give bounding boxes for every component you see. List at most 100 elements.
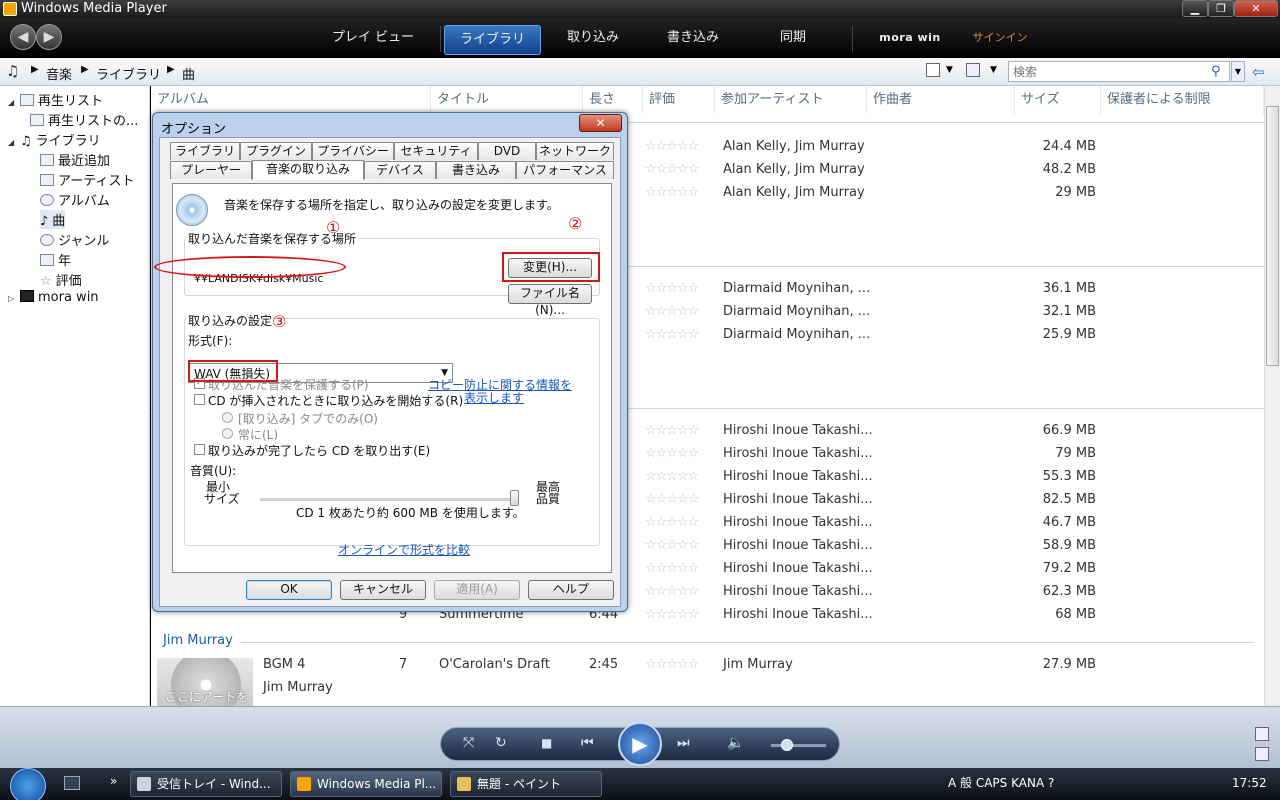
autorip-checkbox[interactable] (194, 394, 205, 405)
table-row[interactable]: BGM 4 7 O'Carolan's Draft 2:45 ☆☆☆☆☆ Jim… (151, 654, 1264, 677)
eject-checkbox[interactable] (194, 444, 205, 455)
copy-protection-link-2[interactable]: 表示します (464, 389, 524, 406)
rating-stars[interactable]: ☆☆☆☆☆ (645, 492, 699, 507)
layout-options-icon[interactable] (966, 63, 980, 77)
taskbar-item-paint[interactable]: 無題 - ペイント (450, 771, 602, 797)
forward-button[interactable]: ▶ (36, 24, 62, 50)
volume-slider[interactable] (771, 744, 826, 747)
chevron-down-icon[interactable]: ▼ (946, 65, 953, 75)
signin-link[interactable]: サインイン (965, 18, 1035, 58)
tab-sync[interactable]: 同期 (750, 18, 836, 58)
close-button[interactable]: ✕ (1234, 0, 1278, 17)
compare-formats-link[interactable]: オンラインで形式を比較 (338, 541, 470, 558)
tab-mora-win[interactable]: mora win (870, 18, 950, 58)
previous-icon[interactable]: ⏮ (581, 735, 594, 751)
search-input[interactable] (1008, 61, 1230, 82)
filename-button[interactable]: ファイル名(N)... (508, 284, 592, 317)
tree-item-mora-win[interactable]: ▷ mora win (8, 290, 99, 305)
tab-performance[interactable]: パフォーマンス (516, 161, 614, 179)
minimize-button[interactable]: ▁ (1182, 0, 1208, 17)
rating-stars[interactable]: ☆☆☆☆☆ (645, 446, 699, 461)
chevron-down-icon[interactable]: ▼ (990, 65, 997, 75)
breadcrumb-library[interactable]: ライブラリ (96, 64, 161, 83)
breadcrumb-music[interactable]: 音楽 (46, 64, 72, 83)
quick-launch-more-icon[interactable]: » (110, 774, 117, 788)
always-radio[interactable] (222, 428, 233, 439)
column-album[interactable]: アルバム (151, 86, 431, 114)
rating-stars[interactable]: ☆☆☆☆☆ (645, 584, 699, 599)
rating-stars[interactable]: ☆☆☆☆☆ (645, 185, 699, 200)
rating-stars[interactable]: ☆☆☆☆☆ (645, 607, 699, 622)
maximize-button[interactable]: ❐ (1208, 0, 1234, 17)
rating-stars[interactable]: ☆☆☆☆☆ (645, 327, 699, 342)
help-button[interactable]: ヘルプ (528, 580, 614, 600)
start-button[interactable] (10, 768, 46, 800)
tree-item-songs[interactable]: ♪ 曲 (40, 210, 66, 229)
rating-stars[interactable]: ☆☆☆☆☆ (645, 304, 699, 319)
clock[interactable]: 17:52 (1232, 776, 1267, 790)
rating-stars[interactable]: ☆☆☆☆☆ (645, 423, 699, 438)
rating-stars[interactable]: ☆☆☆☆☆ (645, 469, 699, 484)
stop-icon[interactable]: ■ (541, 736, 552, 750)
tree-item-album[interactable]: アルバム (40, 190, 110, 209)
rating-stars[interactable]: ☆☆☆☆☆ (645, 657, 699, 672)
system-tray[interactable]: A 般 CAPS KANA ? (948, 774, 1228, 794)
rip-tab-only-radio[interactable] (222, 412, 233, 423)
taskbar-item-wmp[interactable]: Windows Media Pl... (290, 771, 442, 797)
tab-devices[interactable]: デバイス (364, 161, 436, 179)
compact-mode-icon[interactable] (1255, 727, 1269, 741)
column-composer[interactable]: 作曲者 (867, 86, 1015, 114)
quality-slider-track[interactable] (260, 498, 516, 501)
tree-item-library[interactable]: ◢ ♫ ライブラリ (8, 130, 101, 149)
column-rating[interactable]: 評価 (643, 86, 715, 114)
tab-burn[interactable]: 書き込み (436, 161, 516, 179)
dialog-close-button[interactable]: ✕ (579, 114, 622, 132)
tree-item-genre[interactable]: ジャンル (40, 230, 109, 249)
shuffle-icon[interactable]: ⤧ (463, 735, 474, 751)
column-parental-rating[interactable]: 保護者による制限 (1101, 86, 1264, 114)
tab-library[interactable]: ライブラリ (444, 25, 541, 55)
vertical-scrollbar[interactable] (1264, 86, 1280, 706)
back-button[interactable]: ◀ (10, 24, 36, 50)
rating-stars[interactable]: ☆☆☆☆☆ (645, 139, 699, 154)
rating-stars[interactable]: ☆☆☆☆☆ (645, 162, 699, 177)
scrollbar-thumb[interactable] (1266, 106, 1279, 366)
tab-network[interactable]: ネットワーク (536, 142, 614, 160)
apply-button[interactable]: 適用(A) (434, 580, 520, 600)
column-contributing-artist[interactable]: 参加アーティスト (715, 86, 867, 114)
tree-item-playlists[interactable]: ◢ 再生リスト (8, 90, 103, 109)
tab-rip[interactable]: 取り込み (550, 18, 636, 58)
tab-play-view[interactable]: プレイ ビュー (320, 18, 426, 58)
play-button[interactable]: ▶ (618, 722, 662, 766)
taskbar-item-inbox[interactable]: 受信トレイ - Wind... (130, 771, 282, 797)
tab-rip-music[interactable]: 音楽の取り込み (252, 160, 364, 180)
repeat-icon[interactable]: ↻ (495, 735, 507, 751)
column-title[interactable]: タイトル (431, 86, 583, 114)
search-dropdown-button[interactable]: ▼ (1231, 61, 1245, 82)
rating-stars[interactable]: ☆☆☆☆☆ (645, 281, 699, 296)
search-icon[interactable]: ⚲ (1211, 64, 1221, 79)
switch-view-icon[interactable] (1255, 747, 1269, 761)
ok-button[interactable]: OK (246, 580, 332, 600)
show-desktop-icon[interactable] (64, 776, 80, 790)
breadcrumb-songs[interactable]: 曲 (182, 64, 195, 83)
tab-privacy[interactable]: プライバシー (312, 142, 394, 160)
back-arrow-icon[interactable]: ⇦ (1252, 63, 1265, 81)
tree-item-playlist-sub[interactable]: 再生リストの... (30, 110, 138, 129)
column-length[interactable]: 長さ (583, 86, 643, 114)
tab-library[interactable]: ライブラリ (170, 142, 240, 160)
expand-icon[interactable]: ◢ (8, 98, 20, 107)
tab-burn[interactable]: 書き込み (650, 18, 736, 58)
expand-icon[interactable]: ▷ (8, 294, 20, 303)
tab-dvd[interactable]: DVD (478, 142, 536, 160)
tree-item-artist[interactable]: アーティスト (40, 170, 134, 189)
next-icon[interactable]: ⏭ (677, 735, 690, 751)
tab-plugins[interactable]: プラグイン (240, 142, 312, 160)
tab-security[interactable]: セキュリティ (394, 142, 478, 160)
tree-item-recent[interactable]: 最近追加 (40, 150, 110, 169)
cancel-button[interactable]: キャンセル (340, 580, 426, 600)
rating-stars[interactable]: ☆☆☆☆☆ (645, 515, 699, 530)
rating-stars[interactable]: ☆☆☆☆☆ (645, 561, 699, 576)
volume-knob[interactable] (781, 739, 793, 751)
expand-icon[interactable]: ◢ (8, 138, 20, 147)
